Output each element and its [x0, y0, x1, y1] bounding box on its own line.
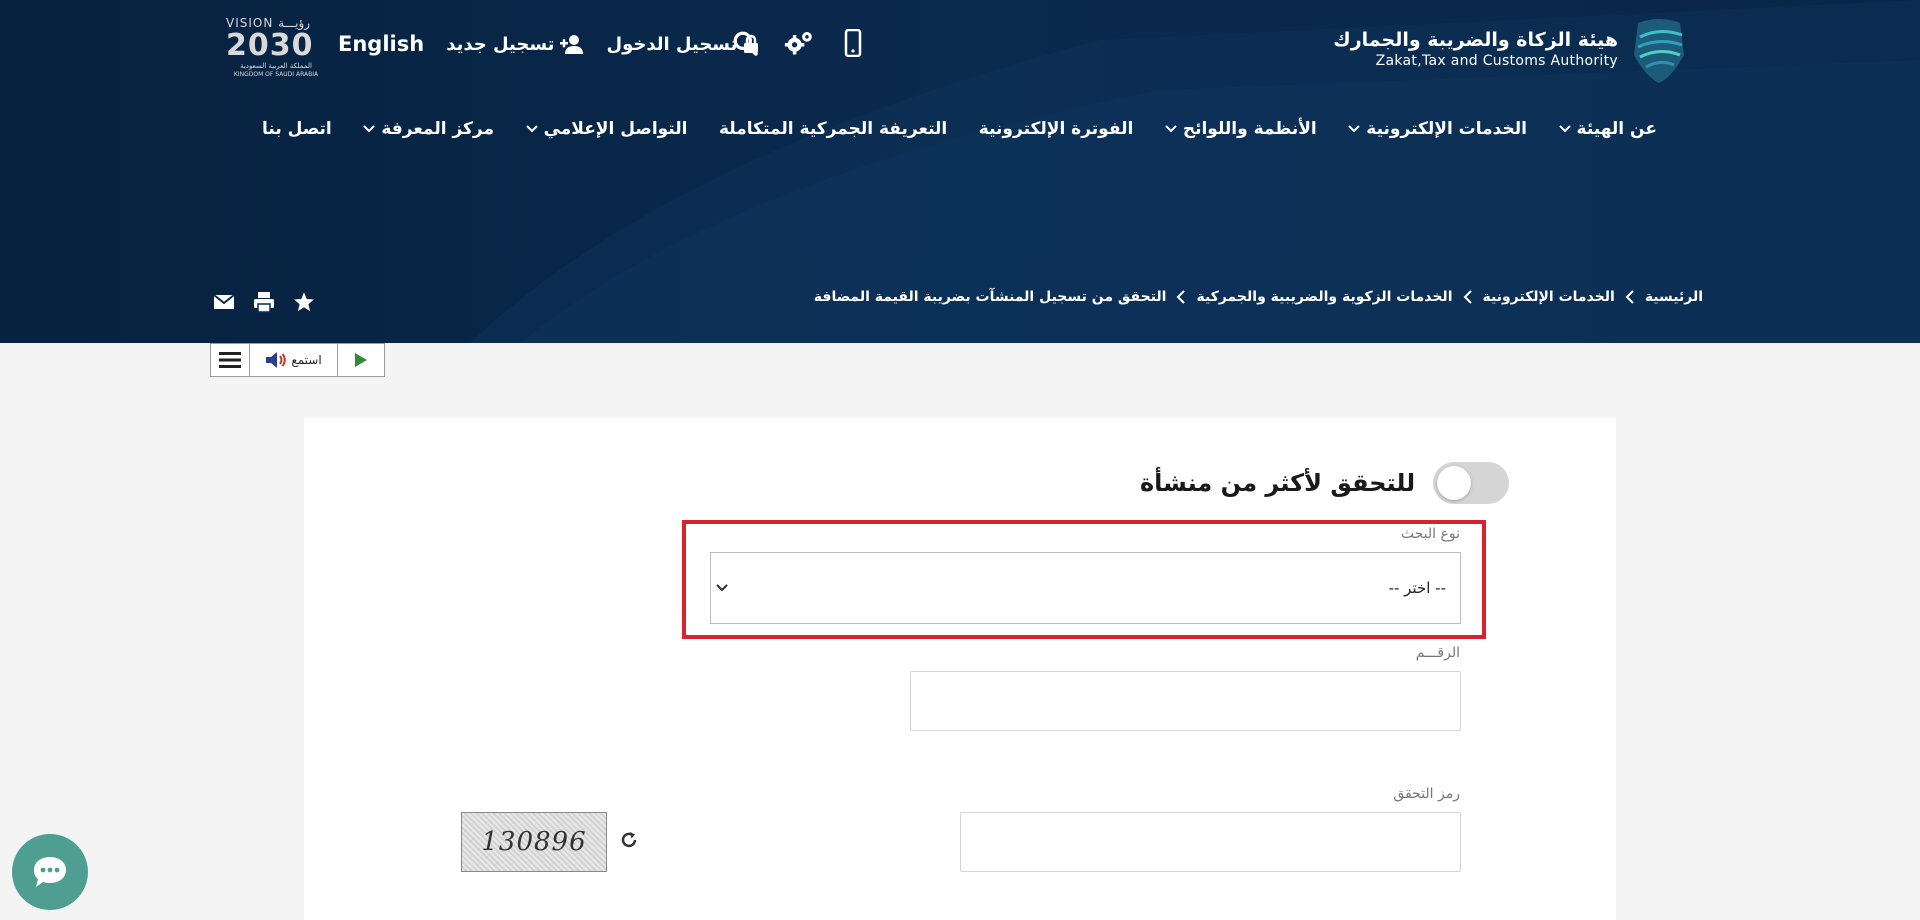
- print-page-button[interactable]: [253, 291, 275, 313]
- captcha-image: 130896: [461, 812, 607, 872]
- multi-entity-toggle-label: للتحقق لأكثر من منشأة: [1140, 469, 1416, 497]
- captcha-label: رمز التحقق: [1393, 786, 1460, 802]
- brand-name-arabic: هيئة الزكاة والضريبة والجمارك: [1333, 29, 1618, 51]
- breadcrumb-current: التحقق من تسجيل المنشآت بضريبة القيمة ال…: [813, 289, 1167, 305]
- nav-item-customs-tariff[interactable]: التعريفة الجمركية المتكاملة: [719, 119, 947, 139]
- nav-item-e-services[interactable]: الخدمات الإلكترونية: [1348, 119, 1527, 139]
- chat-bubble-icon: [34, 857, 66, 887]
- printer-icon: [254, 292, 274, 313]
- register-link[interactable]: تسجيل جديد: [446, 34, 584, 55]
- nav-item-regulations[interactable]: الأنظمة واللوائح: [1165, 119, 1317, 139]
- chevron-down-icon: [1348, 125, 1361, 133]
- register-label: تسجيل جديد: [446, 33, 555, 55]
- page-tools: [213, 291, 315, 313]
- auth-links: English تسجيل جديد تسجيل الدخول: [338, 32, 759, 56]
- email-page-button[interactable]: [213, 291, 235, 313]
- main-navigation: عن الهيئة الخدمات الإلكترونية الأنظمة وا…: [262, 114, 1657, 144]
- readspeaker-toolbar: استمع: [210, 343, 385, 377]
- mobile-phone-icon: [844, 29, 862, 57]
- nav-item-label: الفوترة الإلكترونية: [978, 119, 1134, 139]
- zatca-emblem-icon: [1634, 19, 1684, 83]
- zatca-logo[interactable]: هيئة الزكاة والضريبة والجمارك Zakat,Tax …: [1333, 14, 1690, 84]
- play-icon: [355, 353, 367, 367]
- search-type-label: نوع البحث: [1400, 526, 1460, 542]
- gears-icon: [784, 31, 812, 55]
- chevron-down-icon: [1558, 125, 1571, 133]
- chevron-down-icon: [1165, 125, 1177, 133]
- vision-2030-logo[interactable]: VISION رؤيـــة 2030 المملكة العربية السع…: [226, 16, 326, 84]
- nav-item-e-invoicing[interactable]: الفوترة الإلكترونية: [979, 119, 1134, 139]
- nav-item-label: التعريفة الجمركية المتكاملة: [719, 119, 948, 139]
- nav-item-media[interactable]: التواصل الإعلامي: [525, 119, 688, 139]
- vision-year: 2030: [226, 28, 314, 63]
- refresh-icon: [621, 832, 637, 848]
- nav-item-about[interactable]: عن الهيئة: [1558, 119, 1657, 139]
- search-type-selected-value: -- اختر --: [1388, 579, 1446, 597]
- star-icon: [294, 292, 314, 312]
- vision-country-en: KINGDOM OF SAUDI ARABIA: [233, 71, 319, 78]
- number-input[interactable]: [910, 671, 1461, 731]
- nav-item-label: عن الهيئة: [1576, 119, 1657, 139]
- brand-name-english: Zakat,Tax and Customs Authority: [1375, 53, 1618, 69]
- nav-item-label: مركز المعرفة: [381, 119, 495, 139]
- vision-country-ar: المملكة العربية السعودية: [240, 62, 312, 70]
- chevron-down-icon: [716, 584, 728, 592]
- favorite-page-button[interactable]: [293, 291, 315, 313]
- captcha-input[interactable]: [960, 812, 1461, 872]
- chevron-down-icon: [525, 125, 538, 133]
- chevron-left-icon: [1463, 290, 1472, 304]
- multi-entity-toggle[interactable]: [1433, 462, 1510, 504]
- user-plus-icon: [560, 35, 584, 54]
- nav-item-contact[interactable]: اتصل بنا: [262, 119, 332, 139]
- nav-item-label: التواصل الإعلامي: [543, 119, 688, 139]
- chevron-left-icon: [1625, 290, 1634, 304]
- nav-item-label: الأنظمة واللوائح: [1182, 119, 1317, 139]
- captcha-refresh-button[interactable]: [619, 830, 641, 852]
- nav-item-label: اتصل بنا: [262, 119, 332, 139]
- chevron-down-icon: [363, 125, 376, 133]
- number-label: الرقـــم: [1415, 645, 1460, 661]
- chevron-left-icon: [1177, 290, 1186, 304]
- top-bar: هيئة الزكاة والضريبة والجمارك Zakat,Tax …: [0, 0, 1920, 95]
- site-header: هيئة الزكاة والضريبة والجمارك Zakat,Tax …: [0, 0, 1920, 343]
- speaker-icon: [266, 352, 287, 368]
- breadcrumb-home[interactable]: الرئيسية: [1645, 289, 1703, 305]
- search-type-select[interactable]: -- اختر --: [710, 552, 1461, 624]
- settings-button[interactable]: [784, 28, 814, 58]
- readspeaker-menu-button[interactable]: [211, 344, 249, 376]
- toggle-knob: [1437, 466, 1472, 500]
- language-switch-link[interactable]: English: [338, 32, 424, 56]
- login-link[interactable]: تسجيل الدخول: [606, 34, 759, 55]
- login-label: تسجيل الدخول: [606, 33, 738, 55]
- breadcrumb-zakat-tax-customs[interactable]: الخدمات الزكوية والضريبية والجمركية: [1196, 289, 1452, 305]
- hamburger-icon: [219, 352, 241, 368]
- readspeaker-play-button[interactable]: [337, 344, 384, 376]
- readspeaker-listen-label: استمع: [291, 353, 322, 367]
- captcha-code: 130896: [481, 827, 587, 857]
- multi-entity-toggle-row: للتحقق لأكثر من منشأة: [1140, 462, 1510, 504]
- breadcrumb: الرئيسية الخدمات الإلكترونية الخدمات الز…: [814, 289, 1703, 305]
- nav-item-label: الخدمات الإلكترونية: [1366, 119, 1527, 139]
- breadcrumb-e-services[interactable]: الخدمات الإلكترونية: [1483, 289, 1615, 305]
- envelope-icon: [213, 294, 235, 309]
- readspeaker-listen-button[interactable]: استمع: [249, 344, 337, 376]
- lock-icon: [744, 34, 759, 53]
- chat-support-button[interactable]: [12, 834, 88, 910]
- nav-item-knowledge-center[interactable]: مركز المعرفة: [363, 119, 494, 139]
- mobile-app-button[interactable]: [838, 28, 868, 58]
